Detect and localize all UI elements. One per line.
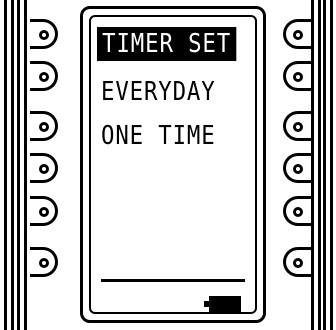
menu-item-one-time[interactable]: ONE TIME xyxy=(101,119,216,153)
left-soft-key-5[interactable] xyxy=(30,196,58,226)
right-soft-key-5[interactable] xyxy=(283,196,311,226)
menu-item-everyday[interactable]: EVERYDAY xyxy=(101,75,216,109)
right-soft-key-4[interactable] xyxy=(283,153,311,183)
button-dot-icon xyxy=(39,122,49,132)
left-inner-rail xyxy=(17,0,27,330)
left-outer-rail xyxy=(4,0,14,330)
button-dot-icon xyxy=(39,258,49,268)
right-soft-key-6[interactable] xyxy=(283,247,311,277)
button-dot-icon xyxy=(293,72,303,82)
button-dot-icon xyxy=(293,122,303,132)
right-soft-key-2[interactable] xyxy=(283,61,311,91)
left-soft-key-6[interactable] xyxy=(30,247,58,277)
button-dot-icon xyxy=(293,164,303,174)
left-soft-key-3[interactable] xyxy=(30,111,58,141)
right-soft-key-1[interactable] xyxy=(283,19,311,49)
left-soft-key-1[interactable] xyxy=(30,19,58,49)
status-divider xyxy=(101,279,245,282)
button-dot-icon xyxy=(293,207,303,217)
right-soft-key-3[interactable] xyxy=(283,111,311,141)
left-soft-key-2[interactable] xyxy=(30,61,58,91)
menu-item-timer-set[interactable]: TIMER SET xyxy=(97,27,237,61)
battery-full-icon xyxy=(209,296,241,312)
lcd-screen: TIMER SET EVERYDAY ONE TIME xyxy=(89,15,257,314)
button-dot-icon xyxy=(39,164,49,174)
button-dot-icon xyxy=(293,30,303,40)
button-dot-icon xyxy=(39,30,49,40)
right-outer-rail xyxy=(323,0,333,330)
button-dot-icon xyxy=(39,207,49,217)
lcd-display: TIMER SET EVERYDAY ONE TIME xyxy=(80,6,266,323)
button-dot-icon xyxy=(39,72,49,82)
right-inner-rail xyxy=(311,0,321,330)
button-dot-icon xyxy=(293,258,303,268)
left-soft-key-4[interactable] xyxy=(30,153,58,183)
